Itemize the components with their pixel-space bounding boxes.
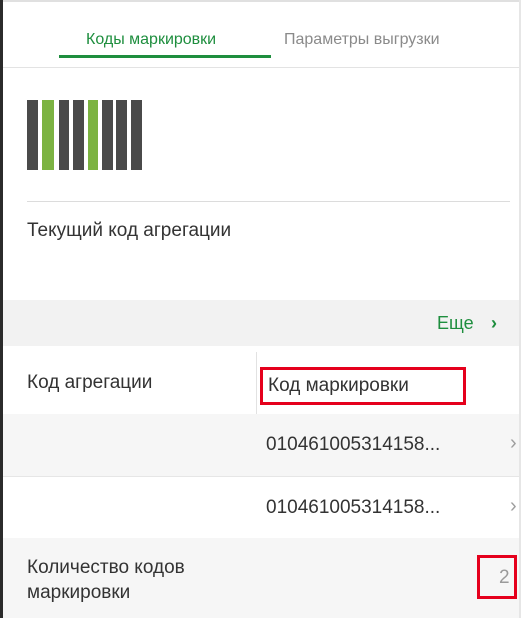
barcode-bar — [73, 100, 84, 170]
barcode-bar — [88, 100, 98, 170]
marking-codes-count-label: Количество кодов маркировки — [27, 557, 185, 603]
column-header-aggregation-code: Код агрегации — [27, 372, 153, 393]
chevron-right-icon[interactable]: › — [491, 313, 497, 334]
more-link[interactable]: Еще — [437, 313, 474, 334]
barcode-bar — [59, 100, 69, 170]
column-header-marking-code: Код маркировки — [268, 375, 409, 396]
current-aggregation-code-label: Текущий код агрегации — [27, 220, 232, 241]
marking-code-value: 010461005314158... — [266, 497, 441, 518]
divider — [27, 201, 510, 202]
chevron-right-icon: › — [510, 432, 517, 454]
table-row[interactable]: 010461005314158... › — [3, 476, 519, 538]
tab-bar: Коды маркировки Параметры выгрузки — [3, 2, 519, 68]
barcode-bar — [27, 100, 38, 170]
marking-codes-count-value: 2 — [499, 567, 510, 588]
table-header: Код агрегации Код маркировки — [3, 352, 519, 414]
marking-codes-count-row: Количество кодов маркировки 2 — [3, 538, 519, 618]
active-tab-indicator — [59, 55, 271, 58]
barcode-bar — [102, 100, 113, 170]
tab-marking-codes[interactable]: Коды маркировки — [86, 31, 216, 49]
marking-code-value: 010461005314158... — [266, 434, 441, 455]
chevron-right-icon: › — [510, 495, 517, 517]
barcode-bar — [42, 100, 54, 170]
column-header-marking-code-highlight: Код маркировки — [260, 367, 466, 405]
table-row[interactable]: 010461005314158... › — [3, 414, 519, 476]
column-divider — [256, 352, 257, 414]
barcode-bar — [116, 100, 127, 170]
tab-export-parameters[interactable]: Параметры выгрузки — [284, 31, 440, 49]
barcode-icon — [27, 100, 142, 170]
count-highlight: 2 — [477, 555, 517, 599]
barcode-bar — [131, 100, 142, 170]
